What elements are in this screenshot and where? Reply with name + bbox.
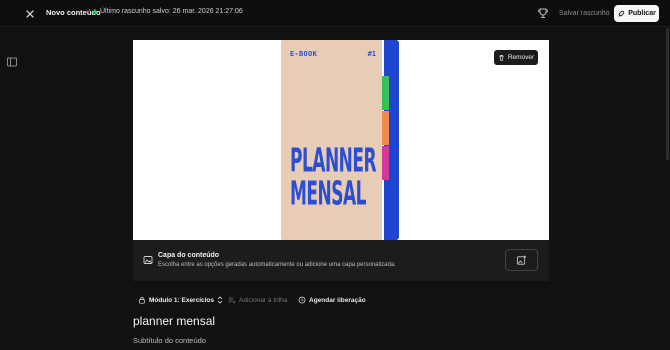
lock-icon <box>139 296 145 304</box>
cover-info-description: Escolha entre as opções geradas automati… <box>158 262 396 268</box>
close-icon <box>26 10 34 18</box>
cover-info-panel: Capa do conteúdo Escolha entre as opções… <box>133 240 549 281</box>
cover-info-title: Capa do conteúdo <box>158 252 220 259</box>
achievement-button[interactable] <box>537 7 549 19</box>
ebook-cover-image: E-BOOK #1 PLANNER MENSAL <box>281 40 401 240</box>
save-status-text: Último rascunho salvo: 26 mar. 2026 21:2… <box>100 8 243 15</box>
content-subtitle-input[interactable]: Subtítulo do conteúdo <box>133 336 206 345</box>
book-front: E-BOOK #1 PLANNER MENSAL <box>281 40 382 240</box>
award-icon <box>538 8 548 18</box>
save-status: Último rascunho salvo: 26 mar. 2026 21:2… <box>93 8 243 15</box>
publish-button[interactable]: Publicar <box>614 5 659 22</box>
change-cover-button[interactable] <box>505 249 538 271</box>
book-label: E-BOOK <box>290 50 318 58</box>
cover-preview: E-BOOK #1 PLANNER MENSAL Remover <box>133 40 549 240</box>
remove-cover-button[interactable]: Remover <box>494 50 538 65</box>
top-bar: Novo conteúdo Último rascunho salvo: 26 … <box>0 0 670 27</box>
sidebar-toggle-icon <box>7 57 17 67</box>
book-number: #1 <box>367 50 376 58</box>
save-draft-button[interactable]: Salvar rascunho <box>554 5 615 22</box>
module-label: Módulo 1: Exercícios <box>149 296 215 304</box>
image-icon <box>143 256 153 264</box>
clock-icon <box>298 296 306 304</box>
trash-icon <box>499 55 504 61</box>
top-actions: Salvar rascunho Publicar <box>532 3 661 24</box>
add-to-track-button[interactable]: Adicionar à trilha <box>228 296 287 304</box>
content-title-input[interactable]: planner mensal <box>133 314 215 328</box>
module-selector[interactable]: Módulo 1: Exercícios <box>138 296 223 304</box>
chevron-updown-icon <box>217 296 223 304</box>
content-meta-row: Módulo 1: Exercícios Adicionar à trilha … <box>138 296 398 308</box>
rocket-icon <box>618 10 625 17</box>
sidebar-toggle-button[interactable] <box>6 56 18 68</box>
book-title-line2: MENSAL <box>290 175 367 215</box>
book-title: PLANNER MENSAL <box>290 142 380 215</box>
status-dot <box>93 9 97 14</box>
add-to-track-label: Adicionar à trilha <box>239 296 288 304</box>
schedule-label: Agendar liberação <box>309 296 366 304</box>
list-add-icon <box>228 297 236 304</box>
close-button[interactable] <box>22 6 38 22</box>
scrollbar[interactable] <box>666 28 669 160</box>
book-title-line1: PLANNER <box>290 142 377 182</box>
schedule-release-button[interactable]: Agendar liberação <box>298 296 366 304</box>
remove-label: Remover <box>507 54 535 61</box>
publish-label: Publicar <box>628 10 656 17</box>
image-add-icon <box>516 254 527 265</box>
